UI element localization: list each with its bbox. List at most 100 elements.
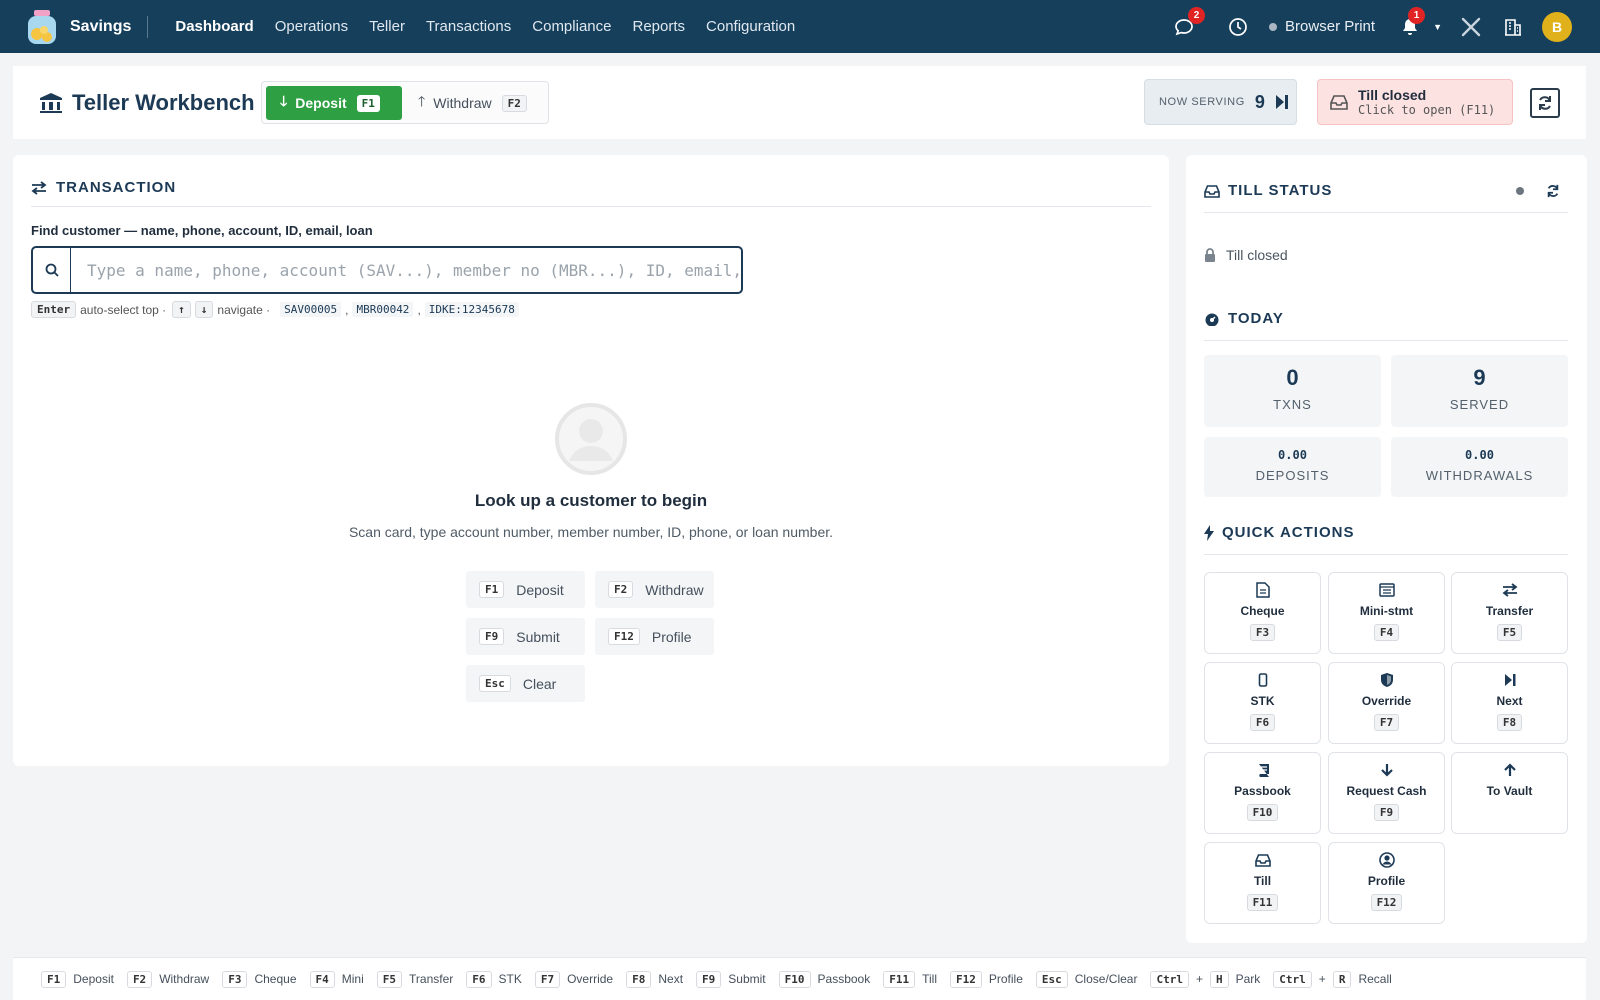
bb-label: Submit [728, 972, 766, 986]
refresh-button[interactable] [1530, 88, 1560, 118]
brand-divider [147, 15, 149, 38]
shortcut-key: Esc [479, 675, 511, 692]
printer-label: Browser Print [1285, 18, 1376, 35]
bb-close-clear[interactable]: Esc Close/Clear [1035, 970, 1137, 988]
qa-label: Mini-stmt [1359, 604, 1414, 618]
bb-mini[interactable]: F4 Mini [309, 970, 364, 988]
arrow-down-icon: 🡓 [280, 93, 288, 109]
qa-to-vault-button[interactable]: To Vault [1451, 752, 1568, 834]
bb-withdraw[interactable]: F2 Withdraw [126, 970, 209, 988]
bb-next[interactable]: F8 Next [626, 970, 683, 988]
bb-till[interactable]: F11 Till [883, 970, 937, 988]
history-button[interactable] [1227, 16, 1249, 38]
shortcut-key: F9 [479, 628, 505, 645]
bb-profile[interactable]: F12 Profile [950, 970, 1023, 988]
shortcut-withdraw[interactable]: F2 Withdraw [595, 571, 714, 608]
bb-park[interactable]: Ctrl + H Park [1150, 970, 1260, 988]
qa-override-button[interactable]: Override F7 [1328, 662, 1445, 744]
shortcut-profile[interactable]: F12 Profile [595, 618, 714, 655]
bb-recall[interactable]: Ctrl + R Recall [1273, 970, 1392, 988]
qa-mini-stmt-button[interactable]: Mini-stmt F4 [1328, 572, 1445, 654]
arrow-down-icon [1329, 761, 1444, 779]
customer-search-input[interactable] [71, 248, 741, 292]
bb-label: Passbook [817, 972, 871, 986]
deposit-mode-button[interactable]: 🡓 Deposit F1 [266, 86, 402, 120]
bb-key: F2 [126, 970, 153, 988]
top-navbar: Savings Dashboard Operations Teller Tran… [0, 0, 1600, 53]
shortcut-label: Submit [516, 628, 560, 645]
qa-next-button[interactable]: Next F8 [1451, 662, 1568, 744]
nav-configuration[interactable]: Configuration [706, 18, 795, 35]
nav-dashboard[interactable]: Dashboard [175, 18, 253, 35]
hint-down-key: ↓ [194, 301, 214, 318]
nav-transactions[interactable]: Transactions [426, 18, 511, 35]
notifications-button[interactable]: 1 [1399, 6, 1426, 38]
qa-request-cash-button[interactable]: Request Cash F9 [1328, 752, 1445, 834]
bb-transfer[interactable]: F5 Transfer [376, 970, 453, 988]
bb-key: H [1209, 970, 1229, 988]
nav-reports[interactable]: Reports [632, 18, 685, 35]
bb-key: F6 [466, 970, 492, 988]
withdraw-mode-button[interactable]: 🡑 Withdraw F2 [412, 86, 542, 120]
bb-submit[interactable]: F9 Submit [696, 970, 766, 988]
user-avatar[interactable]: B [1542, 11, 1572, 42]
bb-plus: + [1195, 972, 1203, 986]
find-customer-label: Find customer — name, phone, account, ID… [31, 223, 373, 238]
now-serving-button[interactable]: NOW SERVING 9 [1144, 79, 1297, 125]
shortcut-grid: F1 Deposit F2 Withdraw F9 Submit F12 Profile… [466, 571, 716, 702]
shortcut-clear[interactable]: Esc Clear [466, 665, 585, 702]
building-icon [1505, 18, 1521, 36]
shortcut-deposit[interactable]: F1 Deposit [466, 571, 585, 608]
bb-key: F4 [309, 970, 335, 988]
empty-state: Look up a customer to begin Scan card, t… [13, 403, 1169, 540]
shortcut-submit[interactable]: F9 Submit [466, 618, 585, 655]
qa-label: Passbook [1234, 784, 1291, 798]
tools-button[interactable] [1460, 16, 1482, 38]
qa-key: F7 [1373, 714, 1400, 731]
bb-label: Recall [1358, 972, 1392, 986]
shortcut-label: Clear [522, 675, 557, 692]
bb-override[interactable]: F7 Override [534, 970, 613, 988]
chevron-down-icon[interactable]: ▼ [1433, 22, 1442, 32]
shortcut-key: F12 [608, 628, 640, 645]
transfer-icon [1452, 581, 1567, 599]
branch-button[interactable] [1502, 16, 1524, 38]
nav-compliance[interactable]: Compliance [532, 18, 611, 35]
qa-till-button[interactable]: Till F11 [1204, 842, 1321, 924]
qa-key: F10 [1246, 804, 1279, 821]
brand[interactable]: Savings [0, 0, 131, 53]
printer-status[interactable]: Browser Print [1269, 18, 1375, 35]
qa-passbook-button[interactable]: Passbook F10 [1204, 752, 1321, 834]
open-till-button[interactable]: Till closed Click to open (F11) [1317, 79, 1513, 125]
bb-key: F7 [534, 970, 561, 988]
stat-deposits: 0.00 DEPOSITS [1204, 437, 1381, 497]
qa-transfer-button[interactable]: Transfer F5 [1451, 572, 1568, 654]
stat-txns-label: TXNS [1273, 397, 1312, 412]
shortcut-key: F1 [479, 581, 505, 598]
page-title-text: Teller Workbench [72, 89, 255, 115]
qa-profile-button[interactable]: Profile F12 [1328, 842, 1445, 924]
qa-cheque-button[interactable]: Cheque F3 [1204, 572, 1321, 654]
qa-stk-button[interactable]: STK F6 [1204, 662, 1321, 744]
nav-operations[interactable]: Operations [275, 18, 348, 35]
qa-key: F12 [1370, 894, 1403, 911]
hint-comma: , [417, 302, 421, 317]
bb-stk[interactable]: F6 STK [466, 970, 522, 988]
mobile-icon [1205, 671, 1320, 689]
book-icon [1205, 761, 1320, 779]
chat-button[interactable]: 2 [1173, 6, 1206, 38]
qa-label: STK [1250, 694, 1275, 708]
now-serving-label: NOW SERVING [1159, 96, 1245, 108]
refresh-icon[interactable] [1546, 184, 1560, 198]
stat-deposits-value: 0.00 [1278, 448, 1307, 462]
piggy-jar-logo-icon [24, 8, 60, 46]
bb-label: Cheque [254, 972, 297, 986]
bb-passbook[interactable]: F10 Passbook [778, 970, 871, 988]
bb-cheque[interactable]: F3 Cheque [222, 970, 297, 988]
nav-teller[interactable]: Teller [369, 18, 405, 35]
inbox-icon [1204, 184, 1220, 198]
bb-key: Esc [1035, 970, 1068, 988]
arrow-up-icon [1452, 761, 1567, 779]
bb-deposit[interactable]: F1 Deposit [41, 970, 114, 988]
bank-icon [40, 92, 62, 113]
